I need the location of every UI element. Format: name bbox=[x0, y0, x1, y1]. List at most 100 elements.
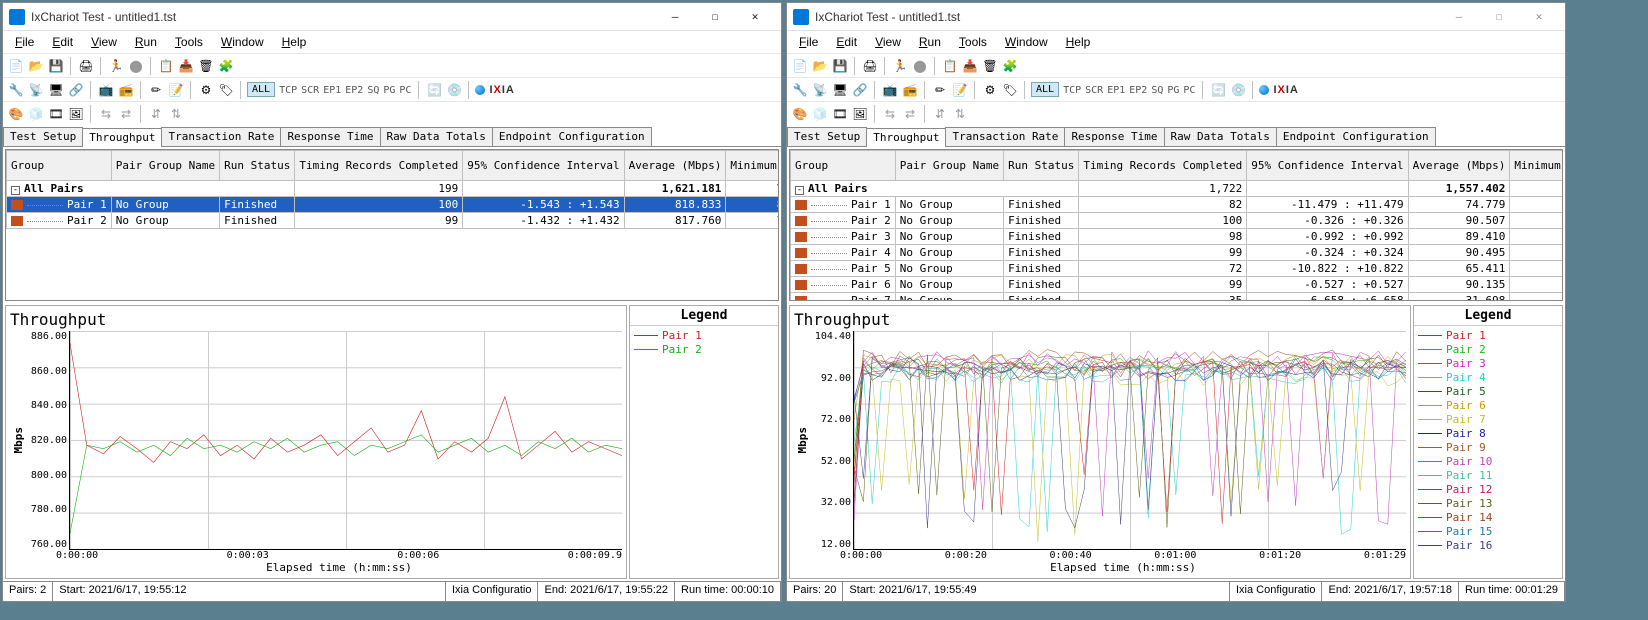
tool-icon[interactable]: ⇵ bbox=[147, 105, 165, 123]
tab-endpoint-configuration[interactable]: Endpoint Configuration bbox=[1276, 127, 1436, 146]
filter-tcp[interactable]: TCP bbox=[1061, 85, 1083, 96]
tool-icon[interactable]: 📻 bbox=[117, 81, 135, 99]
filter-ep1[interactable]: EP1 bbox=[321, 85, 343, 96]
delete-icon[interactable]: 🗑 bbox=[981, 57, 999, 75]
tool-icon[interactable]: 🔗 bbox=[851, 81, 869, 99]
legend-item[interactable]: Pair 6 bbox=[1418, 398, 1558, 412]
col-header[interactable]: Pair Group Name bbox=[895, 151, 1003, 181]
tab-test-setup[interactable]: Test Setup bbox=[787, 127, 867, 146]
menu-window[interactable]: Window bbox=[213, 33, 272, 51]
paste-icon[interactable]: 📥 bbox=[177, 57, 195, 75]
legend-item[interactable]: Pair 2 bbox=[1418, 342, 1558, 356]
props-icon[interactable]: 🧩 bbox=[1001, 57, 1019, 75]
titlebar[interactable]: IxChariot Test - untitled1.tst — ☐ ✕ bbox=[787, 3, 1565, 31]
copy-icon[interactable]: 📋 bbox=[941, 57, 959, 75]
table-row[interactable]: Pair 7No GroupFinished35-6.658 : +6.6583… bbox=[791, 293, 1564, 302]
tab-response-time[interactable]: Response Time bbox=[280, 127, 380, 146]
tool-icon[interactable]: 💿 bbox=[1229, 81, 1247, 99]
stop-icon[interactable]: ⬤ bbox=[911, 57, 929, 75]
tab-raw-data-totals[interactable]: Raw Data Totals bbox=[380, 127, 493, 146]
tab-raw-data-totals[interactable]: Raw Data Totals bbox=[1164, 127, 1277, 146]
legend-item[interactable]: Pair 7 bbox=[1418, 412, 1558, 426]
tool-icon[interactable]: 🎞 bbox=[831, 105, 849, 123]
tool-icon[interactable]: 🏷 bbox=[217, 81, 235, 99]
table-row[interactable]: Pair 4No GroupFinished99-0.324 : +0.3249… bbox=[791, 245, 1564, 261]
tool-icon[interactable]: 📝 bbox=[167, 81, 185, 99]
copy-icon[interactable]: 📋 bbox=[157, 57, 175, 75]
table-row[interactable]: Pair 1No GroupFinished82-11.479 : +11.47… bbox=[791, 197, 1564, 213]
legend-item[interactable]: Pair 1 bbox=[634, 328, 774, 342]
col-header[interactable]: Group bbox=[791, 151, 896, 181]
tab-test-setup[interactable]: Test Setup bbox=[3, 127, 83, 146]
close-button[interactable]: ✕ bbox=[735, 4, 775, 30]
tool-icon[interactable]: ⚙ bbox=[981, 81, 999, 99]
tool-icon[interactable]: 🔄 bbox=[425, 81, 443, 99]
tab-response-time[interactable]: Response Time bbox=[1064, 127, 1164, 146]
col-header[interactable]: Minimum (Mbps) bbox=[1510, 151, 1563, 181]
menu-edit[interactable]: Edit bbox=[828, 33, 865, 51]
tab-endpoint-configuration[interactable]: Endpoint Configuration bbox=[492, 127, 652, 146]
legend-item[interactable]: Pair 14 bbox=[1418, 510, 1558, 524]
filter-ep2[interactable]: EP2 bbox=[343, 85, 365, 96]
menu-edit[interactable]: Edit bbox=[44, 33, 81, 51]
minimize-button[interactable]: — bbox=[1439, 4, 1479, 30]
menu-run[interactable]: Run bbox=[911, 33, 949, 51]
tool-icon[interactable]: ⇅ bbox=[167, 105, 185, 123]
tool-icon[interactable]: 🖼 bbox=[67, 105, 85, 123]
legend-item[interactable]: Pair 3 bbox=[1418, 356, 1558, 370]
results-grid[interactable]: GroupPair Group NameRun StatusTiming Rec… bbox=[789, 149, 1563, 301]
legend-item[interactable]: Pair 10 bbox=[1418, 454, 1558, 468]
menu-help[interactable]: Help bbox=[274, 33, 315, 51]
filter-sq[interactable]: SQ bbox=[365, 85, 381, 96]
tool-icon[interactable]: ⇆ bbox=[881, 105, 899, 123]
col-header[interactable]: Minimum (Mbps) bbox=[726, 151, 779, 181]
filter-all-button[interactable]: ALL bbox=[1031, 82, 1059, 97]
menu-file[interactable]: File bbox=[7, 33, 42, 51]
legend-item[interactable]: Pair 1 bbox=[1418, 328, 1558, 342]
filter-scr[interactable]: SCR bbox=[299, 85, 321, 96]
col-header[interactable]: Pair Group Name bbox=[111, 151, 219, 181]
menu-window[interactable]: Window bbox=[997, 33, 1056, 51]
legend-item[interactable]: Pair 8 bbox=[1418, 426, 1558, 440]
col-header[interactable]: 95% Confidence Interval bbox=[463, 151, 624, 181]
col-header[interactable]: Group bbox=[7, 151, 112, 181]
run-icon[interactable]: 🏃 bbox=[891, 57, 909, 75]
legend-item[interactable]: Pair 16 bbox=[1418, 538, 1558, 552]
filter-all-button[interactable]: ALL bbox=[247, 82, 275, 97]
tab-throughput[interactable]: Throughput bbox=[82, 128, 162, 147]
menu-run[interactable]: Run bbox=[127, 33, 165, 51]
open-icon[interactable]: 📂 bbox=[811, 57, 829, 75]
tool-icon[interactable]: ⇅ bbox=[951, 105, 969, 123]
table-row[interactable]: Pair 3No GroupFinished98-0.992 : +0.9928… bbox=[791, 229, 1564, 245]
table-row[interactable]: Pair 2No GroupFinished100-0.326 : +0.326… bbox=[791, 213, 1564, 229]
tool-icon[interactable]: ⇵ bbox=[931, 105, 949, 123]
new-icon[interactable]: 📄 bbox=[791, 57, 809, 75]
filter-pg[interactable]: PG bbox=[1165, 85, 1181, 96]
props-icon[interactable]: 🧩 bbox=[217, 57, 235, 75]
new-icon[interactable]: 📄 bbox=[7, 57, 25, 75]
paste-icon[interactable]: 📥 bbox=[961, 57, 979, 75]
tool-icon[interactable]: 🖥 bbox=[47, 81, 65, 99]
tool-icon[interactable]: ✏ bbox=[931, 81, 949, 99]
menu-view[interactable]: View bbox=[867, 33, 909, 51]
save-icon[interactable]: 💾 bbox=[831, 57, 849, 75]
tool-icon[interactable]: 🏷 bbox=[1001, 81, 1019, 99]
tool-icon[interactable]: 🎨 bbox=[7, 105, 25, 123]
col-header[interactable]: Timing Records Completed bbox=[1079, 151, 1247, 181]
minimize-button[interactable]: — bbox=[655, 4, 695, 30]
tab-throughput[interactable]: Throughput bbox=[866, 128, 946, 147]
print-icon[interactable]: 🖨 bbox=[861, 57, 879, 75]
table-row[interactable]: Pair 6No GroupFinished99-0.527 : +0.5279… bbox=[791, 277, 1564, 293]
legend-item[interactable]: Pair 9 bbox=[1418, 440, 1558, 454]
col-header[interactable]: Run Status bbox=[1004, 151, 1079, 181]
tab-transaction-rate[interactable]: Transaction Rate bbox=[945, 127, 1065, 146]
tool-icon[interactable]: 📝 bbox=[951, 81, 969, 99]
save-icon[interactable]: 💾 bbox=[47, 57, 65, 75]
filter-pc[interactable]: PC bbox=[1181, 85, 1197, 96]
legend-item[interactable]: Pair 12 bbox=[1418, 482, 1558, 496]
stop-icon[interactable]: ⬤ bbox=[127, 57, 145, 75]
tool-icon[interactable]: 🔄 bbox=[1209, 81, 1227, 99]
table-row[interactable]: Pair 5No GroupFinished72-10.822 : +10.82… bbox=[791, 261, 1564, 277]
filter-sq[interactable]: SQ bbox=[1149, 85, 1165, 96]
tool-icon[interactable]: 🎞 bbox=[47, 105, 65, 123]
